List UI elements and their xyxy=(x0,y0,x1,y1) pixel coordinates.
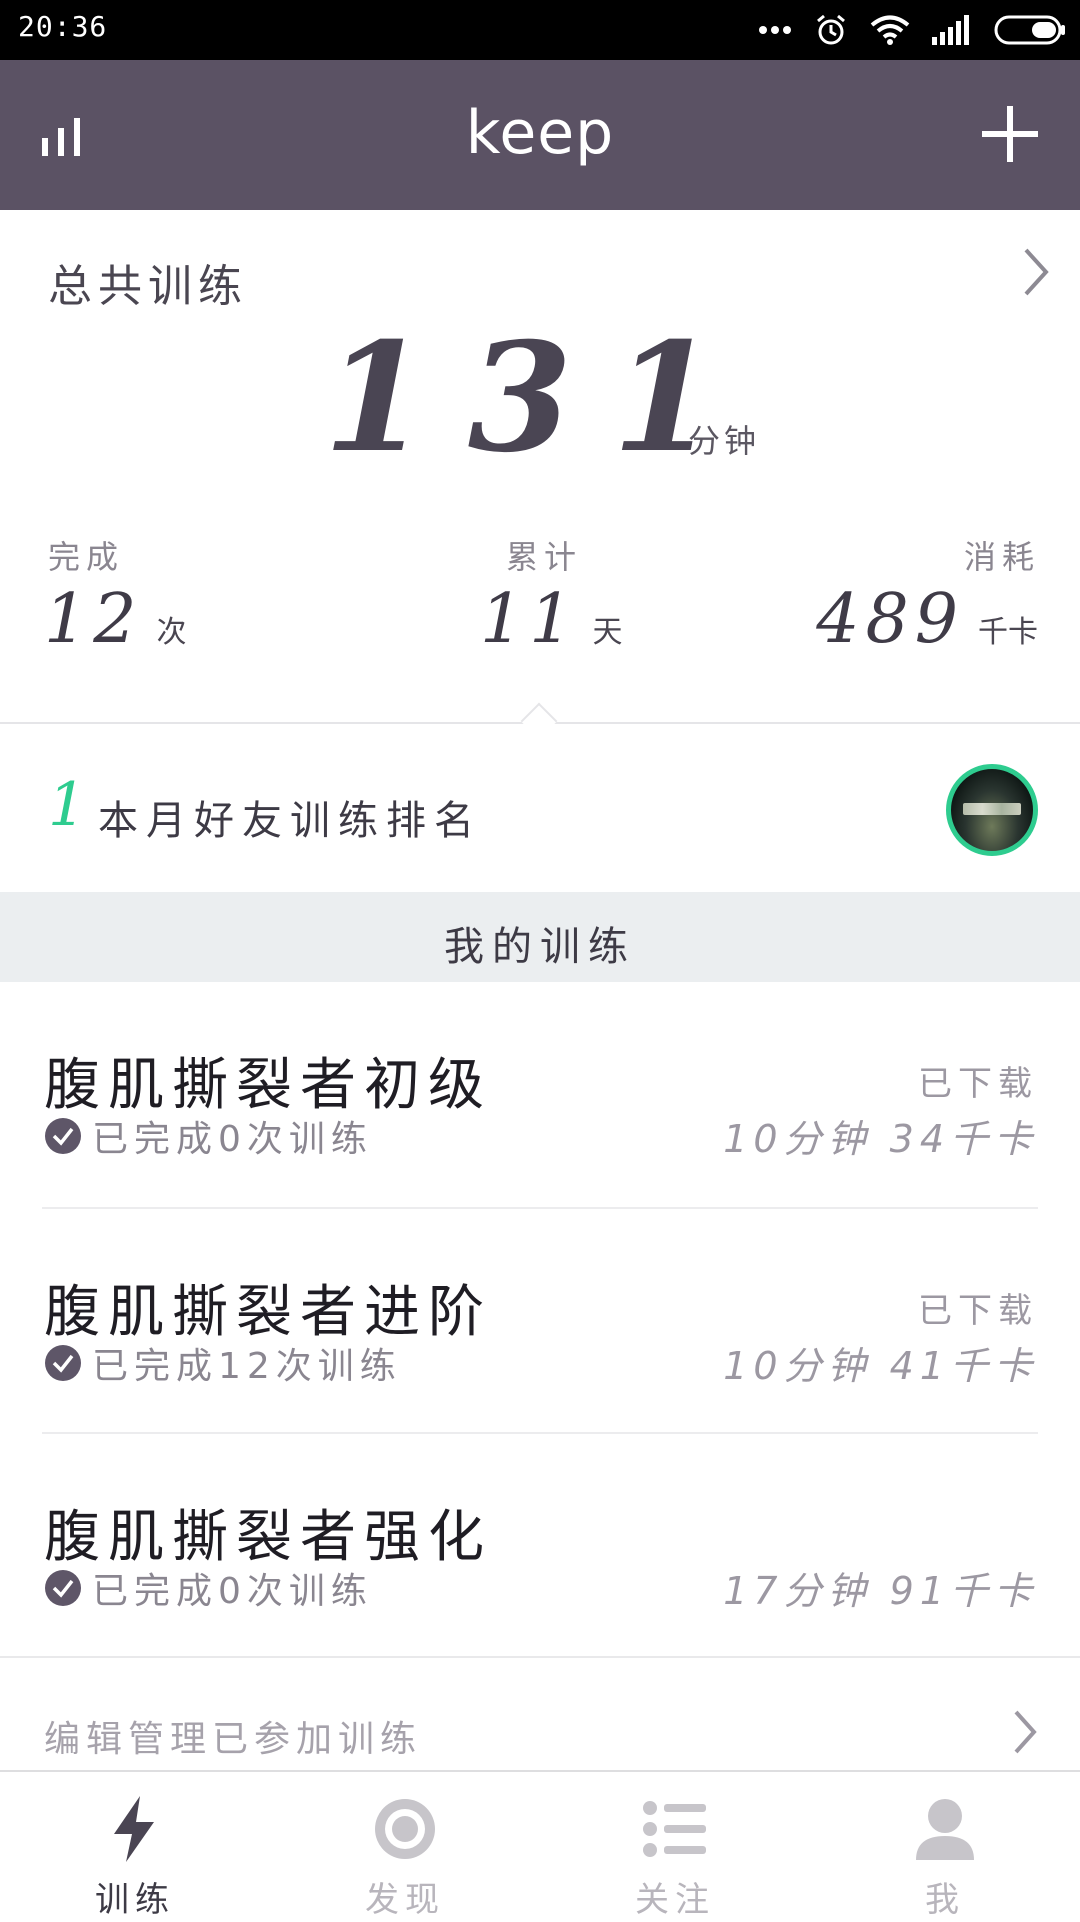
stat-value-days: 11 天 xyxy=(480,580,623,659)
stat-unit: 天 xyxy=(592,615,623,650)
workout-status: 已完成12次训练 xyxy=(44,1337,402,1389)
workout-meta: 10分钟 34千卡 xyxy=(723,1117,1038,1161)
workout-status: 已完成0次训练 xyxy=(44,1562,373,1614)
section-header: 我的训练 xyxy=(0,892,1080,982)
tab-label: 发现 xyxy=(365,1880,445,1920)
signal-icon xyxy=(932,15,969,45)
workout-item[interactable]: 腹肌撕裂者进阶 已完成12次训练 已下载 10分钟 41千卡 xyxy=(0,1209,1080,1434)
tab-me[interactable]: 我 xyxy=(810,1772,1080,1922)
workout-name: 腹肌撕裂者初级 xyxy=(44,1053,492,1118)
edit-trainings-label: 编辑管理已参加训练 xyxy=(44,1719,423,1760)
workout-name: 腹肌撕裂者进阶 xyxy=(44,1280,492,1345)
workout-done-count: 已完成0次训练 xyxy=(92,1119,373,1160)
avatar-photo xyxy=(963,803,1021,815)
rank-label: 本月好友训练排名 xyxy=(98,798,482,844)
workout-item[interactable]: 腹肌撕裂者强化 已完成0次训练 17分钟 91千卡 xyxy=(0,1434,1080,1656)
stat-number: 489 xyxy=(816,580,964,659)
bottom-tab-bar: 训练 发现 关注 我 xyxy=(0,1770,1080,1922)
workout-item[interactable]: 腹肌撕裂者初级 已完成0次训练 已下载 10分钟 34千卡 xyxy=(0,982,1080,1207)
app-logo: keep xyxy=(465,98,615,168)
app-header: keep xyxy=(0,60,1080,210)
friend-ranking-row[interactable]: 1 本月好友训练排名 xyxy=(0,724,1080,892)
workout-meta: 17分钟 91千卡 xyxy=(723,1569,1038,1613)
check-circle-icon xyxy=(45,1570,81,1606)
more-dots-icon xyxy=(759,26,791,34)
workout-download-status: 已下载 xyxy=(918,1291,1038,1331)
target-icon xyxy=(375,1799,435,1859)
tab-label: 训练 xyxy=(95,1880,175,1920)
stat-number: 11 xyxy=(480,580,579,659)
chevron-right-icon xyxy=(1014,1710,1037,1754)
tab-following[interactable]: 关注 xyxy=(540,1772,810,1922)
stat-unit: 次 xyxy=(156,615,187,650)
stat-value-completed: 12 次 xyxy=(44,580,187,659)
workout-meta: 10分钟 41千卡 xyxy=(723,1344,1038,1388)
stat-label-days: 累计 xyxy=(506,538,583,576)
person-icon xyxy=(916,1799,974,1860)
workout-name: 腹肌撕裂者强化 xyxy=(44,1505,492,1570)
workout-done-count: 已完成0次训练 xyxy=(92,1571,373,1612)
check-circle-icon xyxy=(45,1118,81,1154)
battery-icon xyxy=(994,15,1065,45)
workout-done-count: 已完成12次训练 xyxy=(92,1346,402,1387)
workout-status: 已完成0次训练 xyxy=(44,1110,373,1162)
section-title: 我的训练 xyxy=(444,924,636,970)
lightning-icon xyxy=(114,1796,154,1862)
avatar[interactable] xyxy=(946,764,1038,856)
total-minutes-unit: 分钟 xyxy=(688,422,761,460)
summary-title: 总共训练 xyxy=(48,261,248,312)
alarm-icon xyxy=(817,14,845,45)
tab-label: 关注 xyxy=(635,1880,715,1920)
stat-label-completed: 完成 xyxy=(48,538,125,576)
tab-label: 我 xyxy=(925,1880,965,1920)
stat-label-calories: 消耗 xyxy=(963,538,1040,576)
add-icon[interactable] xyxy=(980,104,1040,164)
edit-trainings-row[interactable]: 编辑管理已参加训练 xyxy=(0,1656,1080,1772)
tab-training[interactable]: 训练 xyxy=(0,1772,270,1922)
wifi-icon xyxy=(870,15,910,45)
training-summary[interactable]: 总共训练 131 分钟 完成 12 次 累计 11 天 消耗 489 千卡 xyxy=(0,210,1080,722)
rank-number: 1 xyxy=(48,770,87,840)
tab-discover[interactable]: 发现 xyxy=(270,1772,540,1922)
stat-value-calories: 489 千卡 xyxy=(816,580,1038,659)
workout-download-status: 已下载 xyxy=(918,1064,1038,1104)
stat-unit: 千卡 xyxy=(978,615,1038,650)
check-circle-icon xyxy=(45,1345,81,1381)
total-minutes-value: 131 xyxy=(323,310,757,486)
status-time: 20:36 xyxy=(18,10,108,43)
list-icon xyxy=(643,1801,706,1857)
status-bar: 20:36 xyxy=(0,0,1080,60)
stat-number: 12 xyxy=(44,580,143,659)
status-icons xyxy=(758,10,1066,50)
chevron-right-icon[interactable] xyxy=(1016,244,1056,300)
